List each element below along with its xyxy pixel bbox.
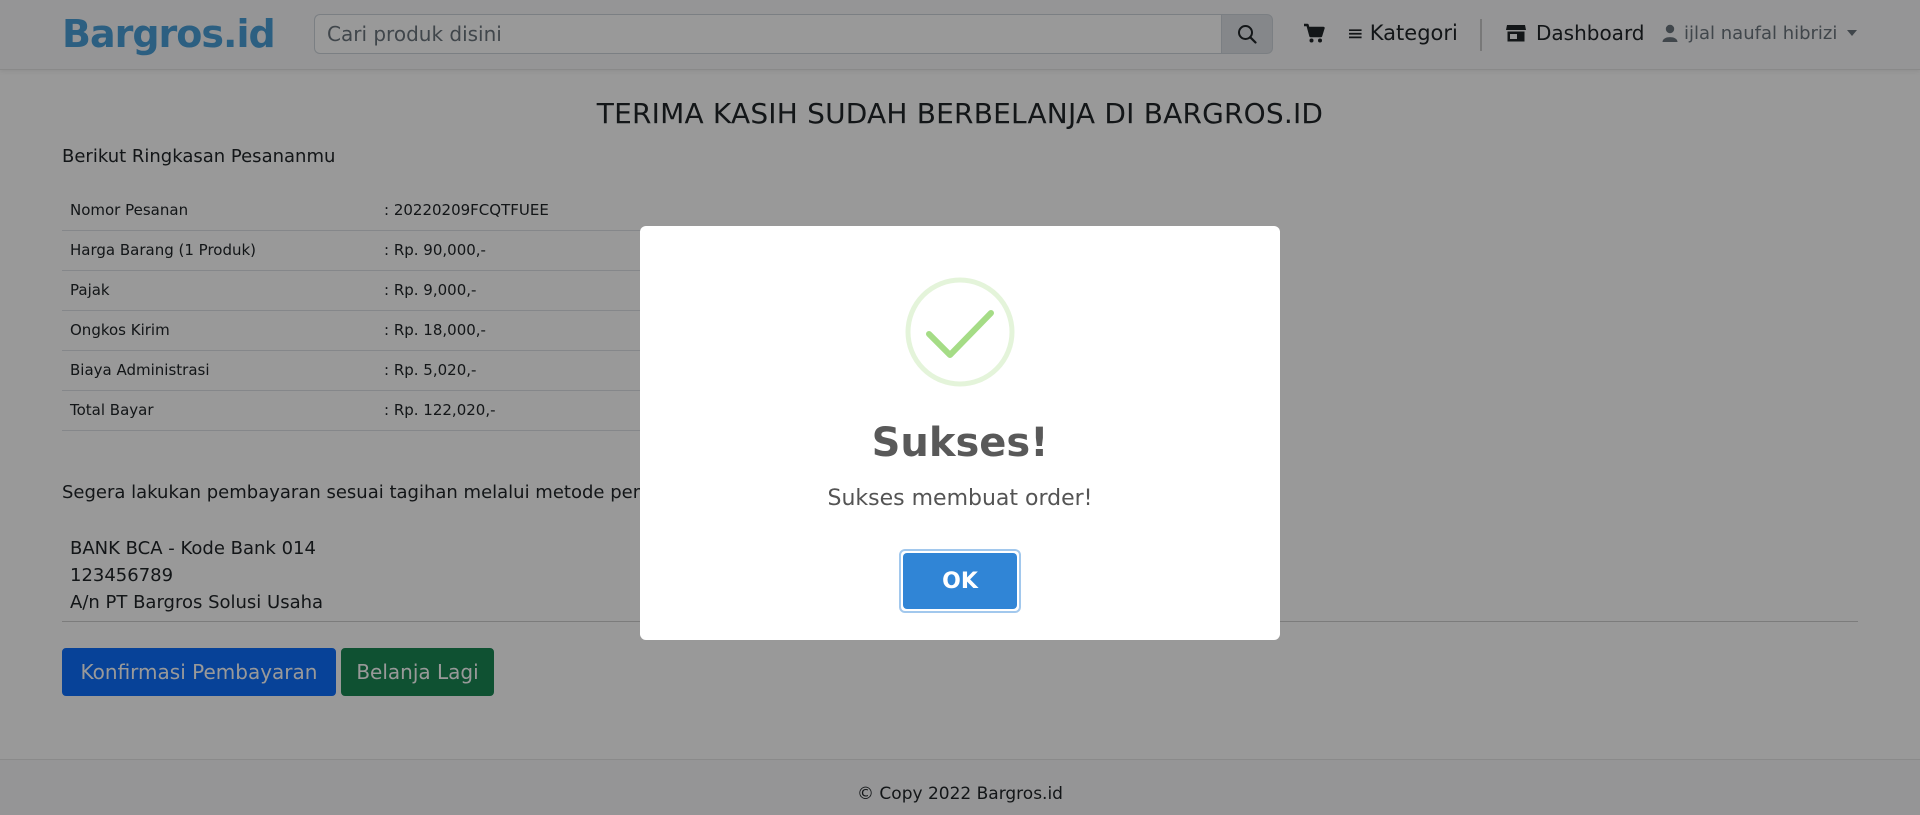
success-modal: Sukses! Sukses membuat order! OK bbox=[640, 226, 1280, 640]
success-check-icon bbox=[905, 277, 1015, 387]
modal-title: Sukses! bbox=[871, 420, 1049, 466]
modal-message: Sukses membuat order! bbox=[827, 486, 1093, 511]
ok-button[interactable]: OK bbox=[903, 553, 1017, 609]
